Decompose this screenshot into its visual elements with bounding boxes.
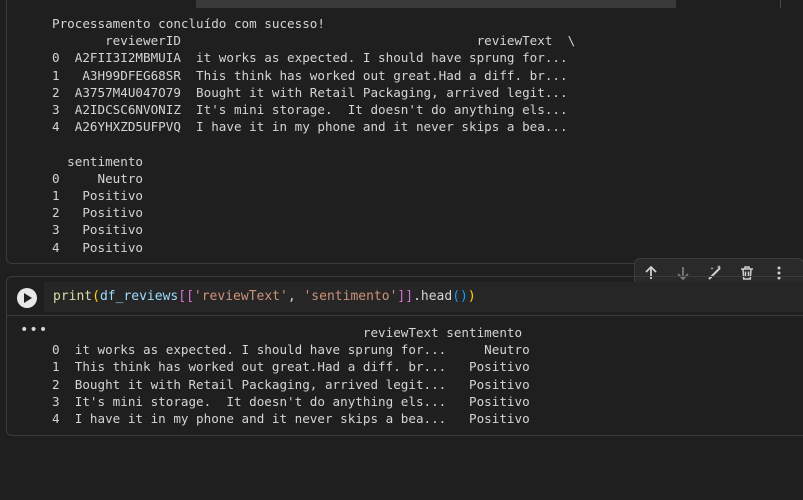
code-paren-close: ) [467,289,476,304]
code-call-parens: () [452,289,468,304]
cell-1-output-line: 4 A26YHXZD5UFPVQ I have it in my phone a… [52,119,568,135]
divider [780,0,781,8]
code-bracket-close: ]] [397,289,414,304]
cell-2-output-line: 1 This think has worked out great.Had a … [52,359,530,375]
cell-1-output-line: reviewerID reviewText \ [52,33,576,49]
horizontal-scrollbar[interactable] [196,0,676,8]
cell-2-output-line: 2 Bought it with Retail Packaging, arriv… [52,376,530,392]
cell-1-output-line: 1 A3H99DFEG68SR This think has worked ou… [52,67,568,83]
cell-1-output: Processamento concluído com sucesso! rev… [52,15,575,256]
cell-1-output-line: 3 Positivo [52,222,143,238]
cell-2-output: reviewText sentimento 0 it works as expe… [52,324,530,427]
play-icon [24,293,32,303]
code-line[interactable]: print(df_reviews[['reviewText', 'sentime… [53,288,476,306]
cell-1-output-line: 0 Neutro [52,170,143,186]
code-string-2: 'sentimento' [303,289,398,304]
code-string-1: 'reviewText' [193,289,288,304]
cell-1-output-line: sentimento [52,153,143,169]
cell-2-output-line: reviewText sentimento [52,325,523,340]
cell-1-output-line: 4 Positivo [52,239,143,255]
code-method: .head [413,289,453,304]
cell-1-output-line: 0 A2FII3I2MBMUIA it works as expected. I… [52,50,568,66]
code-comma: , [287,289,304,304]
cell-1-output-line: Processamento concluído com sucesso! [52,16,325,31]
cell-2-output-line: 3 It's mini storage. It doesn't do anyth… [52,393,530,409]
code-variable: df_reviews [99,289,179,304]
cell-1-output-line: 3 A2IDCSC6NVONIZ It's mini storage. It d… [52,102,568,118]
code-bracket-open: [[ [178,289,194,304]
output-menu-button[interactable]: ••• [20,322,48,338]
code-paren-open: ( [92,289,100,304]
cell-1-output-line: 2 Positivo [52,205,143,221]
code-function: print [53,289,93,304]
run-cell-button[interactable] [17,288,37,308]
cell-2-output-line: 4 I have it in my phone and it never ski… [52,411,530,427]
cell-1-output-line: 1 Positivo [52,188,143,204]
cell-1-output-line: 2 A3757M4U047O79 Bought it with Retail P… [52,84,568,100]
cell-2-output-line: 0 it works as expected. I should have sp… [52,342,530,358]
output-divider [7,315,803,316]
